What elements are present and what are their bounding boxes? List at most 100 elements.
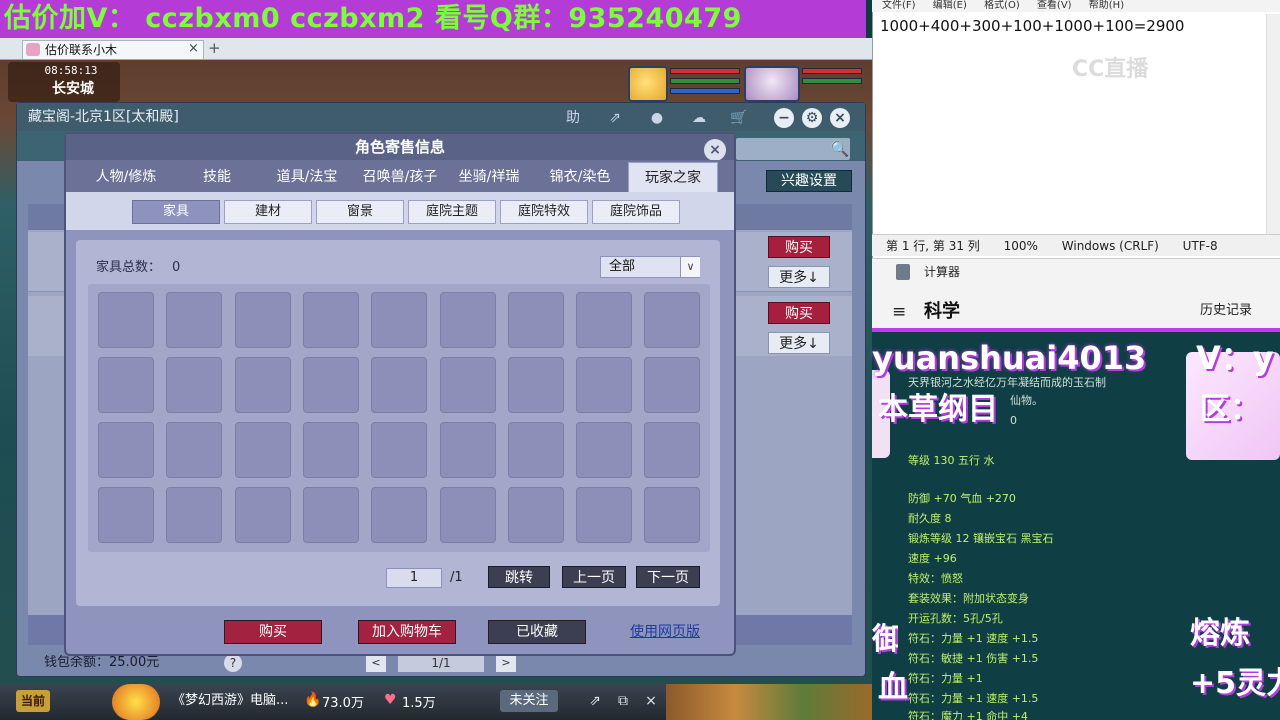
notepad-text[interactable]: 1000+400+300+100+1000+100=2900	[880, 16, 1276, 36]
furniture-slot[interactable]	[166, 422, 222, 478]
subtab-yard-theme[interactable]: 庭院主题	[408, 200, 496, 224]
tab-close-icon[interactable]: ×	[188, 40, 202, 58]
tab-mounts[interactable]: 坐骑/祥瑞	[450, 162, 528, 192]
furniture-slot[interactable]	[508, 422, 564, 478]
furniture-slot[interactable]	[371, 357, 427, 413]
furniture-slot[interactable]	[440, 357, 496, 413]
furniture-slot[interactable]	[508, 357, 564, 413]
cart-icon[interactable]: 🛒	[728, 108, 750, 128]
menu-format[interactable]: 格式(O)	[984, 0, 1020, 11]
add-to-cart-button[interactable]: 加入购物车	[358, 620, 456, 644]
furniture-slot[interactable]	[644, 422, 700, 478]
furniture-slot[interactable]	[440, 292, 496, 348]
jump-page-button[interactable]: 跳转	[488, 566, 550, 588]
tab-character[interactable]: 人物/修炼	[86, 162, 166, 192]
furniture-slot[interactable]	[235, 292, 291, 348]
tab-outfits[interactable]: 锦衣/染色	[540, 162, 620, 192]
player-avatar[interactable]	[628, 66, 668, 102]
prev-page-button[interactable]: 上一页	[562, 566, 626, 588]
panel-next-page-button[interactable]: >	[496, 654, 516, 672]
furniture-slot[interactable]	[644, 292, 700, 348]
tab-items[interactable]: 道具/法宝	[268, 162, 346, 192]
subtab-yard-effects[interactable]: 庭院特效	[500, 200, 588, 224]
furniture-slot[interactable]	[371, 292, 427, 348]
furniture-slot[interactable]	[166, 487, 222, 543]
panel-prev-page-button[interactable]: <	[366, 654, 386, 672]
browser-tab[interactable]: 估价联系小木	[22, 40, 204, 59]
share-icon[interactable]: ⇗	[604, 108, 626, 128]
furniture-slot[interactable]	[440, 422, 496, 478]
hotbar-items[interactable]	[666, 684, 872, 720]
furniture-slot[interactable]	[371, 422, 427, 478]
help-icon[interactable]: 助	[562, 108, 584, 128]
furniture-slot[interactable]	[576, 357, 632, 413]
history-button[interactable]: 历史记录	[1200, 300, 1280, 322]
next-page-button[interactable]: 下一页	[636, 566, 700, 588]
furniture-slot[interactable]	[644, 487, 700, 543]
furniture-slot[interactable]	[440, 487, 496, 543]
menu-edit[interactable]: 编辑(E)	[933, 0, 967, 11]
furniture-slot[interactable]	[576, 422, 632, 478]
furniture-slot[interactable]	[644, 357, 700, 413]
hamburger-menu-icon[interactable]: ≡	[892, 302, 912, 322]
close-icon[interactable]: ×	[642, 692, 660, 710]
furniture-slot[interactable]	[98, 292, 154, 348]
menu-help[interactable]: 帮助(H)	[1089, 0, 1124, 11]
furniture-slot[interactable]	[235, 422, 291, 478]
subtab-window-view[interactable]: 窗景	[316, 200, 404, 224]
current-button[interactable]: 当前	[16, 690, 50, 712]
pet-avatar[interactable]	[744, 66, 800, 102]
furniture-slot[interactable]	[166, 357, 222, 413]
buy-button[interactable]: 购买	[224, 620, 322, 644]
subtab-materials[interactable]: 建材	[224, 200, 312, 224]
furniture-slot[interactable]	[98, 357, 154, 413]
panel-close-icon[interactable]: ×	[830, 108, 850, 128]
subtab-yard-decor[interactable]: 庭院饰品	[592, 200, 680, 224]
page-number-input[interactable]: 1	[386, 568, 442, 588]
menu-file[interactable]: 文件(F)	[882, 0, 916, 11]
web-version-link[interactable]: 使用网页版	[630, 622, 710, 642]
subtab-furniture[interactable]: 家具	[132, 200, 220, 224]
search-icon[interactable]: 🔍	[830, 139, 850, 159]
popout-icon[interactable]: ⧉	[614, 692, 632, 710]
interest-settings-button[interactable]: 兴趣设置	[766, 170, 852, 192]
furniture-slot[interactable]	[235, 357, 291, 413]
tab-summons[interactable]: 召唤兽/孩子	[356, 162, 444, 192]
tab-player-home[interactable]: 玩家之家	[628, 162, 718, 192]
furniture-slot[interactable]	[303, 357, 359, 413]
furniture-slot[interactable]	[576, 292, 632, 348]
furniture-slot[interactable]	[303, 292, 359, 348]
row-more-button[interactable]: 更多↓	[768, 332, 830, 354]
minimize-icon[interactable]: −	[774, 108, 794, 128]
furniture-slot[interactable]	[508, 487, 564, 543]
tab-skills[interactable]: 技能	[182, 162, 252, 192]
popularity-count: 73.0万	[322, 696, 364, 711]
follow-button[interactable]: 未关注	[500, 690, 558, 712]
row-buy-button[interactable]: 购买	[768, 236, 830, 258]
item-stat-line: 速度 +96	[908, 552, 957, 565]
furniture-slot[interactable]	[235, 487, 291, 543]
row-more-button[interactable]: 更多↓	[768, 266, 830, 288]
share-icon[interactable]: ⇗	[586, 692, 604, 710]
row-buy-button[interactable]: 购买	[768, 302, 830, 324]
menu-view[interactable]: 查看(V)	[1037, 0, 1072, 11]
furniture-slot[interactable]	[576, 487, 632, 543]
game-logo-icon	[112, 684, 160, 720]
record-icon[interactable]: ●	[646, 108, 668, 128]
game-title: 《梦幻西游》电脑...	[172, 693, 289, 708]
furniture-slot[interactable]	[98, 487, 154, 543]
chevron-down-icon[interactable]: ∨	[680, 257, 700, 277]
notepad-scrollbar[interactable]	[1266, 14, 1280, 234]
furniture-slot[interactable]	[166, 292, 222, 348]
settings-icon[interactable]: ⚙	[802, 108, 822, 128]
chat-icon[interactable]: ☁	[688, 108, 710, 128]
furniture-slot[interactable]	[98, 422, 154, 478]
dialog-close-icon[interactable]: ×	[704, 139, 726, 161]
furniture-slot[interactable]	[508, 292, 564, 348]
new-tab-icon[interactable]: +	[208, 39, 224, 57]
favorited-button[interactable]: 已收藏	[488, 620, 586, 644]
furniture-slot[interactable]	[303, 422, 359, 478]
furniture-slot[interactable]	[303, 487, 359, 543]
question-icon[interactable]: ?	[224, 654, 242, 672]
furniture-slot[interactable]	[371, 487, 427, 543]
